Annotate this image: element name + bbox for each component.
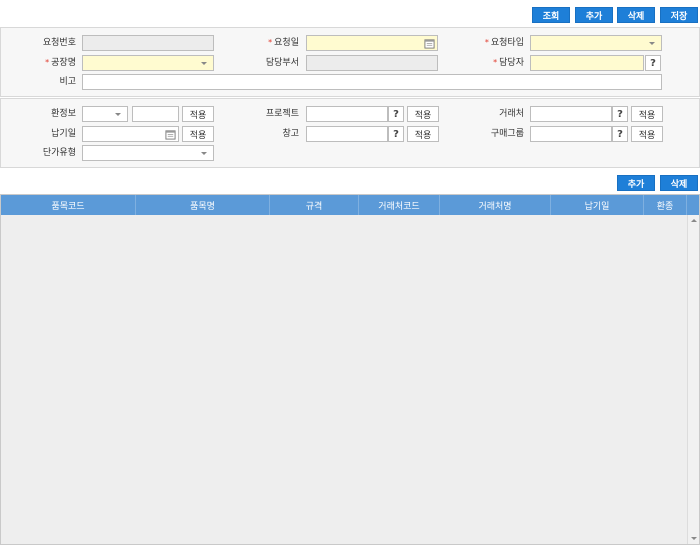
calendar-icon[interactable] [422, 36, 436, 50]
request-no-label: 요청번호 [42, 38, 76, 48]
manager-label: * 담당자 [493, 58, 524, 68]
col-vendor-code[interactable]: 거래처코드 [359, 195, 440, 215]
exchange-rate-field[interactable] [132, 106, 179, 122]
delivery-date-apply-button[interactable]: 적용 [182, 126, 214, 142]
project-apply-button[interactable]: 적용 [407, 106, 439, 122]
warehouse-apply-button[interactable]: 적용 [407, 126, 439, 142]
price-type-label: 단가유형 [42, 148, 76, 158]
save-button[interactable]: 저장 [660, 7, 698, 23]
plant-label: * 공장명 [45, 58, 76, 68]
add-button[interactable]: 추가 [575, 7, 613, 23]
project-lookup-button[interactable]: ? [388, 106, 404, 122]
purchase-group-lookup-button[interactable]: ? [612, 126, 628, 142]
item-grid[interactable]: 품목코드 품목명 규격 거래처코드 거래처명 납기일 환종 [0, 194, 700, 545]
grid-header-spacer [687, 195, 699, 215]
project-field[interactable] [306, 106, 388, 122]
scroll-down-icon[interactable] [691, 537, 697, 540]
purchase-group-field[interactable] [530, 126, 612, 142]
col-spec[interactable]: 규격 [270, 195, 359, 215]
remark-label: 비고 [59, 77, 76, 87]
grid-add-button[interactable]: 추가 [617, 175, 655, 191]
project-label: 프로젝트 [265, 109, 299, 119]
col-vendor-name[interactable]: 거래처명 [440, 195, 551, 215]
purchase-group-label: 구매그룹 [490, 129, 524, 139]
manager-field[interactable] [530, 55, 644, 71]
grid-header: 품목코드 품목명 규격 거래처코드 거래처명 납기일 환종 [1, 195, 699, 215]
request-date-label: * 요청일 [268, 38, 299, 48]
grid-vertical-scrollbar[interactable] [687, 215, 699, 544]
currency-select[interactable] [82, 106, 128, 122]
warehouse-label: 창고 [282, 129, 299, 139]
request-date-field[interactable] [306, 35, 438, 51]
vendor-lookup-button[interactable]: ? [612, 106, 628, 122]
delete-button[interactable]: 삭제 [617, 7, 655, 23]
vendor-apply-button[interactable]: 적용 [631, 106, 663, 122]
currency-apply-button[interactable]: 적용 [182, 106, 214, 122]
col-delivery-date[interactable]: 납기일 [551, 195, 644, 215]
manager-lookup-button[interactable]: ? [645, 55, 661, 71]
delivery-date-label: 납기일 [51, 129, 76, 139]
request-type-select[interactable] [530, 35, 662, 51]
grid-delete-button[interactable]: 삭제 [660, 175, 698, 191]
vendor-label: 거래처 [499, 109, 524, 119]
remark-field[interactable] [82, 74, 662, 90]
delivery-date-field[interactable] [82, 126, 179, 142]
header-form-panel: 요청번호 * 요청일 * 요청타입 * 공장명 담당부서 * 담당자 ? 비고 [0, 27, 700, 97]
col-currency[interactable]: 환종 [644, 195, 687, 215]
currency-label: 환정보 [51, 109, 76, 119]
warehouse-field[interactable] [306, 126, 388, 142]
search-button[interactable]: 조회 [532, 7, 570, 23]
filter-form-panel: 환정보 적용 프로젝트 ? 적용 거래처 ? 적용 납기일 적용 창고 ? 적용… [0, 98, 700, 168]
col-item-code[interactable]: 품목코드 [1, 195, 136, 215]
plant-select[interactable] [82, 55, 214, 71]
scroll-up-icon[interactable] [691, 219, 697, 222]
dept-field[interactable] [306, 55, 438, 71]
calendar-icon[interactable] [163, 127, 177, 141]
price-type-select[interactable] [82, 145, 214, 161]
purchase-group-apply-button[interactable]: 적용 [631, 126, 663, 142]
request-type-label: * 요청타입 [484, 38, 524, 48]
vendor-field[interactable] [530, 106, 612, 122]
col-item-name[interactable]: 품목명 [136, 195, 270, 215]
request-no-field[interactable] [82, 35, 214, 51]
dept-label: 담당부서 [265, 58, 299, 68]
warehouse-lookup-button[interactable]: ? [388, 126, 404, 142]
